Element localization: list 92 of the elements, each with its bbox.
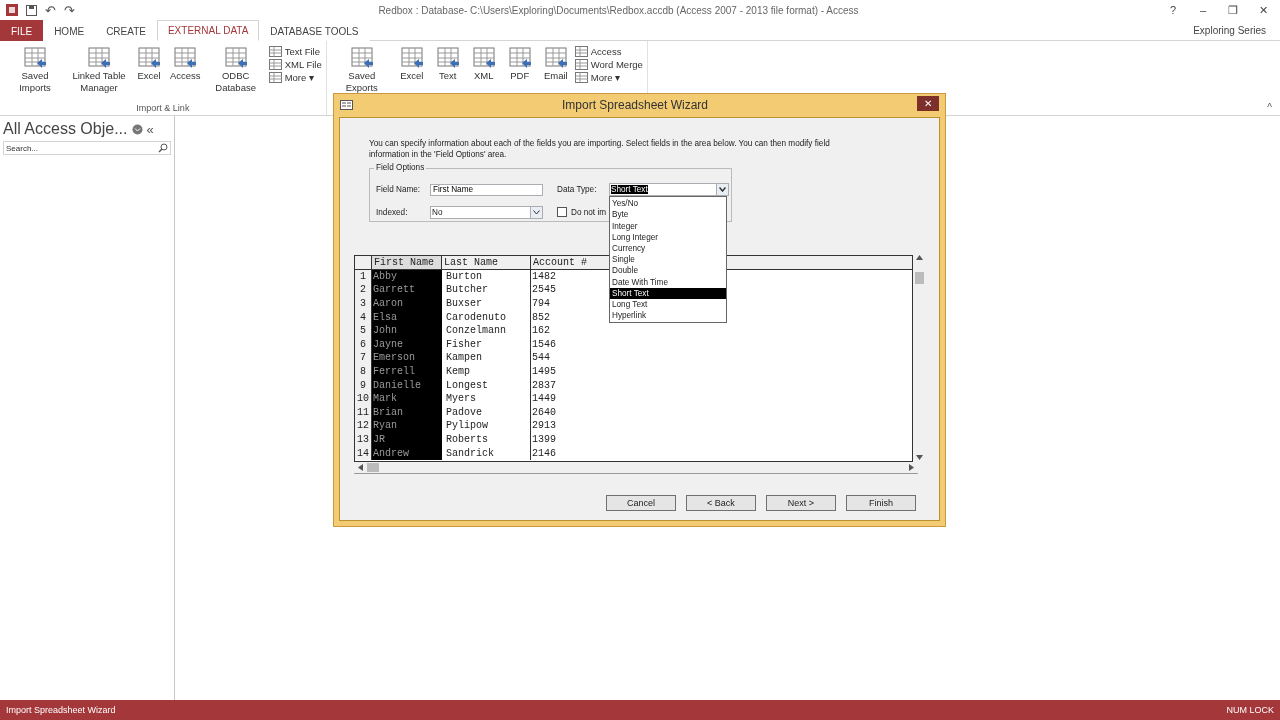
checkbox-label: Do not im: [571, 207, 607, 217]
ribbon-button[interactable]: Saved Imports: [4, 44, 66, 103]
ribbon-button[interactable]: Linked Table Manager: [68, 44, 130, 103]
indexed-combo[interactable]: No: [430, 205, 543, 219]
row-number: 9: [355, 378, 372, 392]
ribbon-button[interactable]: Excel: [132, 44, 166, 103]
collapse-pane-button[interactable]: «: [146, 121, 154, 137]
column-header[interactable]: First Name: [372, 256, 442, 270]
field-label: Indexed:: [376, 207, 409, 217]
app-icon: [6, 4, 18, 16]
close-button[interactable]: ✕: [917, 96, 939, 111]
table-icon: [574, 72, 588, 83]
field-name-input[interactable]: First Name: [430, 183, 543, 196]
search-field[interactable]: Search...: [3, 141, 171, 155]
instructions-text: You can specify information about each of the fields you are importing. Select fields in the area below. You can then modify field information in the 'Field Options' area.: [369, 138, 831, 160]
row-number: 12: [355, 419, 372, 433]
wizard-button[interactable]: Finish: [846, 495, 916, 511]
ribbon-tab[interactable]: FILE: [0, 20, 44, 41]
window-control[interactable]: –: [1192, 4, 1214, 16]
ribbon-tab[interactable]: EXTERNAL DATA: [156, 20, 260, 41]
table-cell: Andrew: [372, 446, 442, 460]
window-control[interactable]: ❐: [1222, 3, 1244, 17]
table-cell: Ryan: [372, 419, 442, 433]
table-icon: [268, 59, 282, 70]
ribbon-button[interactable]: Excel: [394, 44, 429, 115]
form-icon: [340, 99, 353, 110]
ribbon-button[interactable]: Text: [430, 44, 465, 115]
table-icon: [542, 46, 569, 70]
row-number: 2: [355, 283, 372, 297]
table-cell: Garrett: [372, 283, 442, 297]
ribbon-button[interactable]: Word Merge: [574, 59, 643, 70]
caret-icon: [533, 209, 540, 215]
status-indicator: NUM LOCK: [1226, 705, 1274, 715]
collapse-ribbon-button[interactable]: ^: [1267, 102, 1272, 113]
table-cell: Danielle: [372, 378, 442, 392]
checkbox[interactable]: [557, 207, 567, 218]
ribbon-button[interactable]: XML: [466, 44, 501, 115]
ribbon-button[interactable]: Saved Exports: [330, 44, 393, 115]
caret-icon: [719, 187, 726, 193]
field-label: Data Type:: [557, 185, 598, 195]
account-name[interactable]: Exploring Series: [1193, 24, 1266, 36]
scroll-down-icon[interactable]: [916, 455, 924, 460]
table-icon: [22, 46, 48, 70]
quick-access-button[interactable]: ↶: [45, 2, 56, 18]
table-icon: [172, 46, 199, 70]
column-header[interactable]: Last Name: [442, 256, 531, 270]
dialog-title: Import Spreadsheet Wizard: [560, 97, 710, 112]
search-icon[interactable]: [158, 143, 168, 153]
ribbon-button[interactable]: XML File: [268, 59, 322, 70]
window-control[interactable]: ?: [1162, 4, 1184, 16]
table-icon: [398, 46, 425, 70]
scroll-right-icon[interactable]: [909, 464, 914, 471]
quick-access-button[interactable]: ↷: [64, 2, 75, 18]
table-icon: [506, 46, 533, 70]
table-icon: [86, 46, 112, 70]
group-legend: Field Options: [374, 163, 427, 172]
table-icon: [222, 46, 249, 70]
wizard-button[interactable]: Next >: [766, 495, 836, 511]
table-cell: Elsa: [372, 310, 442, 324]
field-label: Field Name:: [376, 185, 422, 195]
dropdown-icon[interactable]: [131, 123, 143, 135]
table-cell: Emerson: [372, 351, 442, 365]
table-icon: [574, 59, 588, 70]
scroll-up-icon[interactable]: [916, 255, 924, 260]
table-icon: [470, 46, 497, 70]
table-icon: [574, 46, 588, 57]
wizard-button[interactable]: < Back: [686, 495, 756, 511]
row-number: 14: [355, 446, 372, 460]
row-number: 4: [355, 310, 372, 324]
window-title: Redbox : Database- C:\Users\Exploring\Documents\Redbox.accdb (Access 2007 - 2013 file format) - Access: [377, 4, 860, 16]
scroll-thumb[interactable]: [915, 271, 925, 284]
table-icon: [434, 46, 461, 70]
save-icon[interactable]: [26, 4, 37, 16]
ribbon-button[interactable]: ODBC Database: [204, 44, 267, 103]
wizard-button[interactable]: Cancel: [606, 495, 676, 511]
table-icon: [348, 46, 375, 70]
ribbon-button[interactable]: Access: [574, 46, 643, 57]
table-icon: [268, 72, 282, 83]
table-icon: [268, 46, 282, 57]
nav-pane-title[interactable]: All Access Obje...: [3, 120, 128, 138]
ribbon-button[interactable]: Text File: [268, 46, 322, 57]
ribbon-button[interactable]: More ▾: [574, 72, 643, 83]
status-text: Import Spreadsheet Wizard: [6, 705, 116, 715]
scroll-left-icon[interactable]: [358, 464, 363, 471]
window-control[interactable]: ✕: [1252, 3, 1274, 17]
row-number: 7: [355, 351, 372, 365]
group-label: Import & Link: [135, 103, 191, 115]
table-icon: [136, 46, 162, 70]
ribbon-button[interactable]: PDF: [502, 44, 537, 115]
scroll-thumb[interactable]: [367, 463, 379, 472]
ribbon-button[interactable]: Access: [168, 44, 203, 103]
ribbon-button[interactable]: More ▾: [268, 72, 322, 83]
